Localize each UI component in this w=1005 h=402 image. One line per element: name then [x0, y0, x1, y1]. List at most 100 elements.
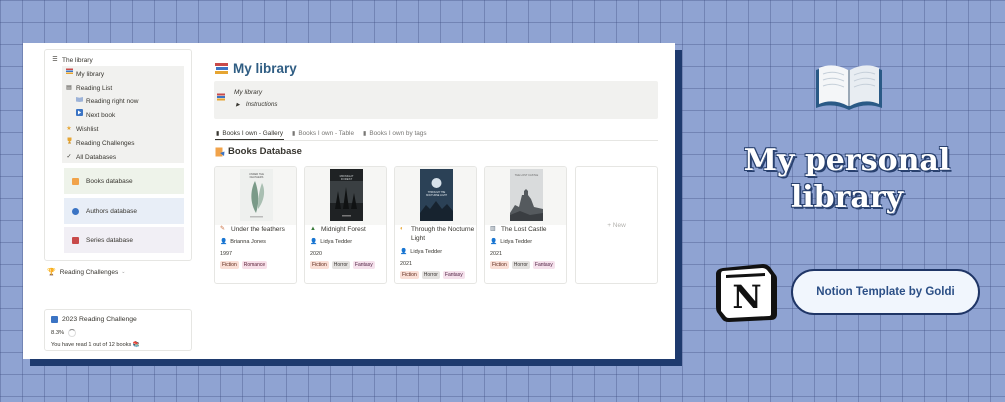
- calendar-icon: [51, 316, 58, 323]
- next-icon: [75, 109, 83, 122]
- headline-line-2: library: [790, 180, 904, 215]
- tag: Fantasy: [442, 271, 465, 279]
- authors-database-link[interactable]: Authors database: [64, 198, 184, 224]
- instructions-toggle[interactable]: ▶ Instructions: [236, 101, 278, 108]
- nav-item-reading-list[interactable]: ▤ Reading List: [65, 82, 112, 95]
- template-credit-pill[interactable]: Notion Template by Goldi: [791, 269, 980, 315]
- tag: Horror: [421, 271, 440, 279]
- nav-item-all-databases[interactable]: ✓ All Databases: [65, 151, 116, 164]
- tag: Romance: [241, 261, 268, 269]
- section-title-text: Books Database: [228, 146, 302, 157]
- svg-text:FEATHERS: FEATHERS: [250, 175, 264, 179]
- book-title: ▥ The Lost Castle: [490, 225, 565, 234]
- nav-item-the-library[interactable]: ☰ The library: [51, 54, 93, 67]
- tag: Fiction: [490, 261, 509, 269]
- trophy-icon: 🏆: [47, 269, 56, 276]
- book-card[interactable]: THE LOST CASTLE ▥ The Lost Castle 👤 Lidy…: [484, 166, 567, 284]
- list-icon: ☰: [52, 57, 58, 63]
- svg-text:FOREST: FOREST: [341, 177, 353, 181]
- svg-text:NOCTURNE LIGHT: NOCTURNE LIGHT: [426, 194, 448, 197]
- books-database-link[interactable]: Books database: [64, 168, 184, 194]
- nav-item-label: The library: [62, 57, 93, 64]
- book-title: ✎ Under the feathers: [220, 225, 295, 234]
- book-year: 2020: [310, 251, 322, 257]
- person-icon: 👤: [400, 249, 408, 255]
- gallery-icon: ▮: [216, 130, 220, 137]
- page-title: My library: [215, 61, 297, 76]
- book-tags: Fiction Horror Fantasy: [400, 271, 468, 279]
- books-icon: [215, 62, 228, 75]
- tab-by-tags[interactable]: ▮ Books I own by tags: [362, 127, 428, 140]
- tree-icon: ▲: [310, 226, 316, 232]
- tag: Fiction: [310, 261, 329, 269]
- author-text: Lidya Tedder: [410, 249, 443, 255]
- castle-cover-image: THE LOST CASTLE: [510, 169, 543, 221]
- tag: Horror: [511, 261, 530, 269]
- tab-table[interactable]: ▮ Books I own - Table: [291, 127, 355, 140]
- authors-db-icon: [72, 207, 79, 215]
- nav-item-wishlist[interactable]: ★ Wishlist: [65, 123, 98, 136]
- nav-item-my-library[interactable]: My library: [65, 68, 104, 81]
- svg-text:THE LOST CASTLE: THE LOST CASTLE: [515, 173, 539, 177]
- books-db-icon: [72, 177, 79, 185]
- book-author: 👤 Lidya Tedder: [400, 249, 442, 255]
- page-title-text: My library: [233, 61, 297, 76]
- star-icon: ★: [66, 126, 72, 132]
- callout-title: My library: [234, 89, 263, 96]
- castle-icon: ▥: [490, 226, 496, 232]
- nav-item-label: Reading Challenges: [76, 140, 135, 147]
- notion-logo-icon: N: [716, 264, 777, 322]
- book-title-text: Under the feathers: [231, 226, 285, 233]
- section-title: Books Database: [215, 146, 302, 157]
- book-tags: Fiction Horror Fantasy: [490, 261, 558, 269]
- chevron-down-icon: ⌄: [121, 269, 126, 275]
- author-text: Brianna Jones: [230, 239, 266, 245]
- new-book-button[interactable]: + New: [575, 166, 658, 284]
- book-year: 1997: [220, 251, 232, 257]
- tab-label: Books I own - Gallery: [222, 129, 284, 137]
- promo-headline: My personal library: [722, 142, 972, 216]
- book-card[interactable]: MIDNIGHT FOREST ▲ Midnight Forest 👤 Lidy…: [304, 166, 387, 284]
- moon-icon: ◐: [400, 226, 404, 232]
- series-db-icon: [72, 236, 79, 244]
- nocturne-cover-image: THROUGH THE NOCTURNE LIGHT: [420, 169, 453, 221]
- nav-item-label: Reading List: [76, 85, 113, 92]
- nav-item-label: My library: [76, 71, 105, 78]
- book-card[interactable]: UNDER THE FEATHERS ✎ Under the feathers …: [214, 166, 297, 284]
- book-cover: UNDER THE FEATHERS: [215, 167, 296, 225]
- db-label: Authors database: [86, 207, 137, 215]
- tags-icon: ▮: [363, 131, 367, 137]
- book-title-text: Through the Nocturne Light: [411, 226, 475, 242]
- book-year: 2021: [490, 251, 502, 257]
- book-tags: Fiction Romance: [220, 261, 270, 269]
- reading-challenge-card[interactable]: 2023 Reading Challenge 8.3% You have rea…: [44, 309, 192, 351]
- nav-item-reading-challenges[interactable]: Reading Challenges: [65, 137, 135, 150]
- forest-cover-image: MIDNIGHT FOREST: [330, 169, 363, 221]
- notion-window: ☰ The library My library ▤ Reading List …: [23, 43, 675, 359]
- book-card[interactable]: THROUGH THE NOCTURNE LIGHT ◐ Through the…: [394, 166, 477, 284]
- book-author: 👤 Brianna Jones: [220, 239, 266, 245]
- book-cover: THROUGH THE NOCTURNE LIGHT: [395, 167, 476, 225]
- tab-label: Books I own - Table: [298, 130, 355, 137]
- tab-gallery[interactable]: ▮ Books I own - Gallery: [215, 127, 285, 140]
- books-stack-icon: 📚: [132, 342, 140, 348]
- challenge-note: You have read 1 out of 12 books: [51, 342, 132, 348]
- reading-challenges-toggle[interactable]: 🏆 Reading Challenges ⌄: [47, 268, 126, 277]
- feather-cover-image: UNDER THE FEATHERS: [240, 169, 273, 221]
- book-title: ▲ Midnight Forest: [310, 225, 385, 234]
- view-tabs: ▮ Books I own - Gallery ▮ Books I own - …: [215, 127, 658, 141]
- person-icon: 👤: [490, 239, 498, 245]
- nav-item-next-book[interactable]: Next book: [75, 109, 115, 122]
- series-database-link[interactable]: Series database: [64, 227, 184, 253]
- challenge-progress: 8.3%: [51, 330, 65, 336]
- book-icon: [75, 95, 83, 108]
- triangle-right-icon: ▶: [236, 101, 240, 108]
- open-book-icon: [816, 65, 882, 110]
- challenge-title: 2023 Reading Challenge: [62, 316, 137, 323]
- book-title: ◐ Through the Nocturne Light: [400, 225, 475, 243]
- nav-item-label: Next book: [86, 112, 116, 119]
- book-author: 👤 Lidya Tedder: [310, 239, 352, 245]
- trophy-icon: [65, 137, 73, 150]
- book-author: 👤 Lidya Tedder: [490, 239, 532, 245]
- nav-item-reading-right-now[interactable]: Reading right now: [75, 95, 138, 108]
